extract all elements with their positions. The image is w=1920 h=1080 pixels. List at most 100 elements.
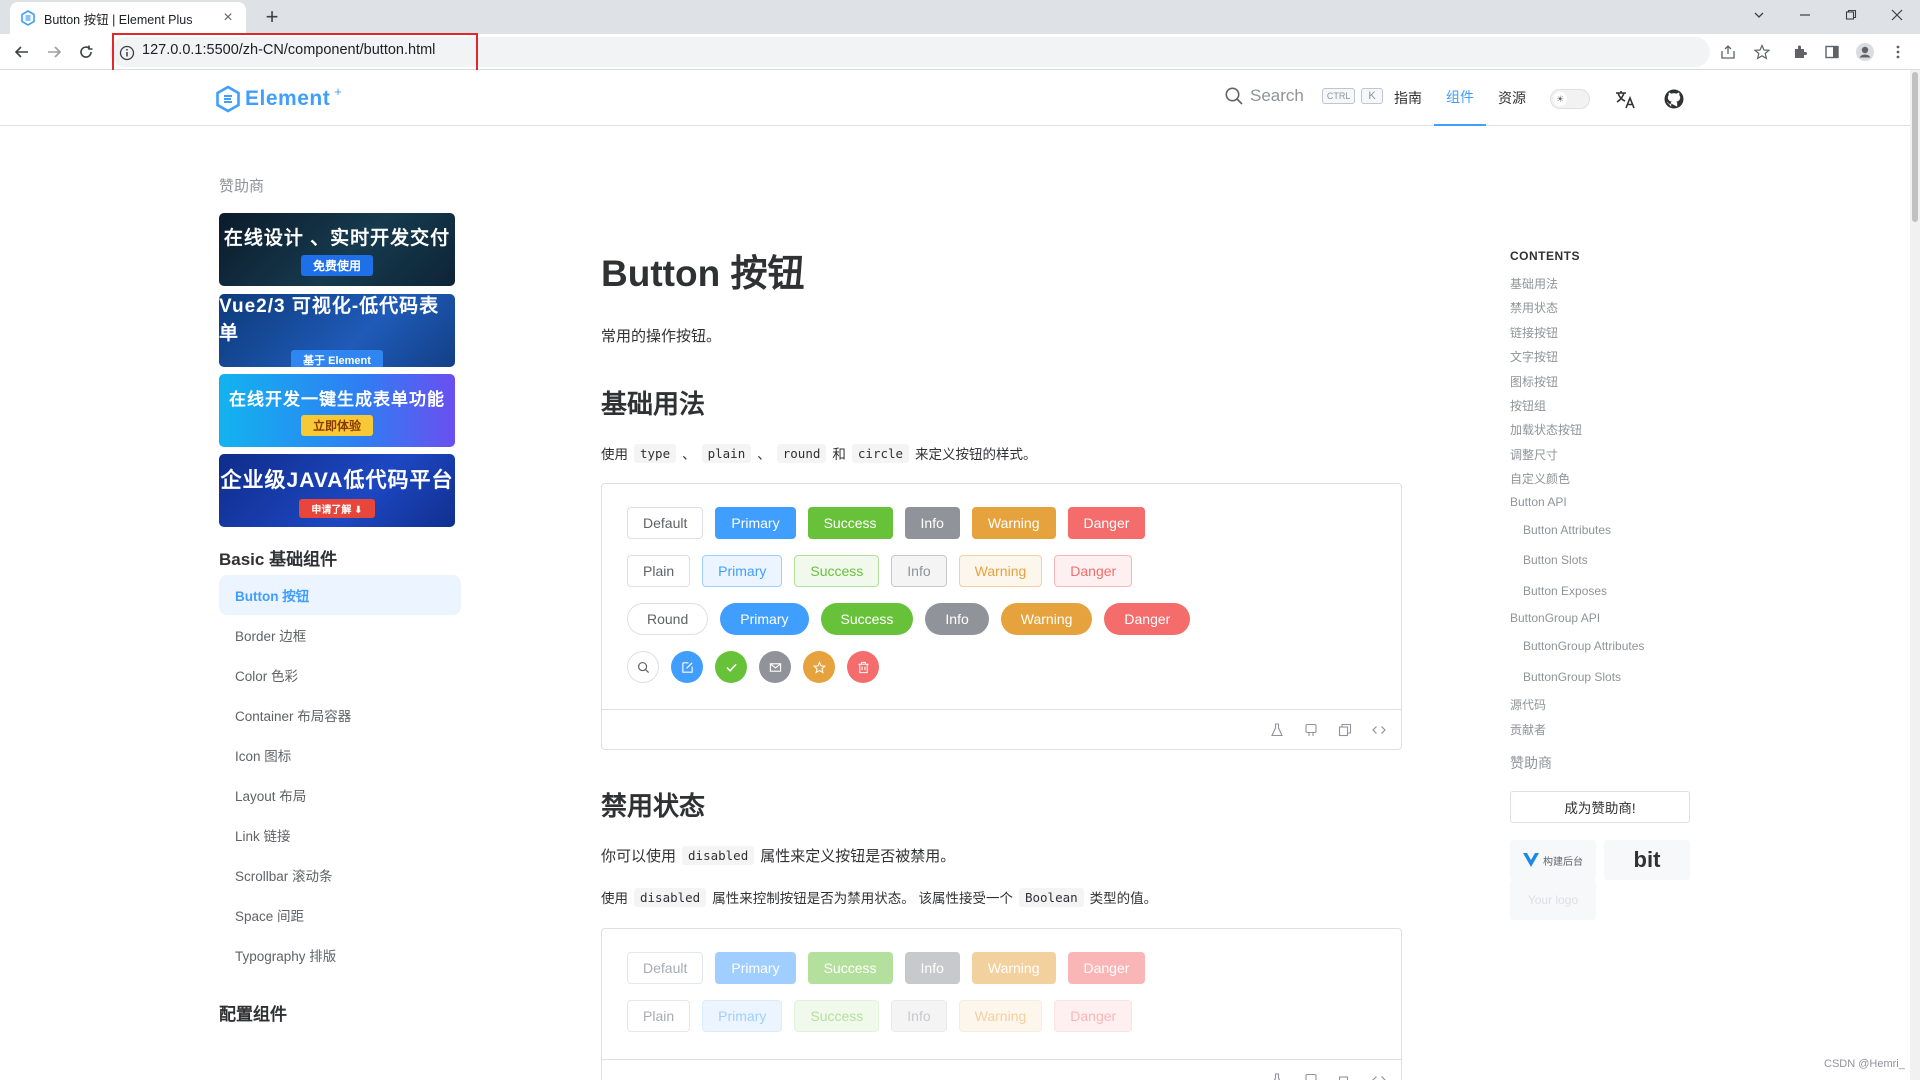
sidebar-item-border[interactable]: Border 边框 <box>219 615 461 655</box>
toc-item[interactable]: 链接按钮 <box>1510 324 1558 341</box>
playground-flask-icon[interactable] <box>1269 1072 1285 1080</box>
sponsor-logo-1[interactable]: 构建后台 <box>1510 840 1596 880</box>
browser-tab[interactable]: Button 按钮 | Element Plus × <box>10 2 246 34</box>
toc-item[interactable]: 文字按钮 <box>1510 348 1558 365</box>
toc-subitem[interactable]: ButtonGroup Attributes <box>1523 639 1644 653</box>
view-source-icon[interactable] <box>1371 722 1387 738</box>
toc-subitem[interactable]: Button Exposes <box>1523 584 1607 598</box>
copy-icon[interactable] <box>1337 722 1353 738</box>
element-plus-logo[interactable]: Element + <box>215 84 342 113</box>
toc-subitem[interactable]: Button Slots <box>1523 553 1588 567</box>
circle-check-button[interactable] <box>715 651 747 683</box>
copy-icon[interactable] <box>1337 1072 1353 1080</box>
toc-item[interactable]: 调整尺寸 <box>1510 446 1558 463</box>
page-scrollbar[interactable] <box>1910 70 1920 1080</box>
view-source-icon[interactable] <box>1371 1072 1387 1080</box>
disabled-success-button[interactable]: Success <box>807 952 893 984</box>
plain-button[interactable]: Plain <box>627 555 691 587</box>
toc-item[interactable]: 源代码 <box>1510 696 1546 713</box>
circle-search-button[interactable] <box>627 651 659 683</box>
warning-button[interactable]: Warning <box>971 507 1056 539</box>
nav-resource[interactable]: 资源 <box>1498 70 1526 126</box>
disabled-plain-info-button[interactable]: Info <box>891 1000 947 1032</box>
sidebar-item-link[interactable]: Link 链接 <box>219 815 461 855</box>
your-logo-placeholder[interactable]: Your logo <box>1510 880 1596 920</box>
disabled-plain-danger-button[interactable]: Danger <box>1054 1000 1133 1032</box>
success-button[interactable]: Success <box>807 507 893 539</box>
playground-flask-icon[interactable] <box>1269 722 1285 738</box>
become-sponsor-button[interactable]: 成为赞助商! <box>1510 791 1690 823</box>
plain-success-button[interactable]: Success <box>794 555 880 587</box>
disabled-info-button[interactable]: Info <box>904 952 960 984</box>
sponsor-banner-1[interactable]: 在线设计 、实时开发交付 免费使用 <box>219 213 455 286</box>
sponsor-banner-2[interactable]: Vue2/3 可视化-低代码表单 基于 Element <box>219 294 455 367</box>
sponsor-banner-4[interactable]: 企业级JAVA低代码平台 申请了解 ⬇ <box>219 454 455 527</box>
nav-guide[interactable]: 指南 <box>1394 70 1422 126</box>
plain-info-button[interactable]: Info <box>891 555 947 587</box>
github-icon[interactable] <box>1662 87 1686 111</box>
toc-subitem[interactable]: Button Attributes <box>1523 523 1611 537</box>
disabled-plain-button[interactable]: Plain <box>627 1000 691 1032</box>
danger-button[interactable]: Danger <box>1067 507 1146 539</box>
disabled-default-button[interactable]: Default <box>627 952 704 984</box>
toc-item[interactable]: Button API <box>1510 495 1567 509</box>
sidebar-item-space[interactable]: Space 间距 <box>219 895 461 935</box>
round-success-button[interactable]: Success <box>820 603 914 635</box>
disabled-danger-button[interactable]: Danger <box>1067 952 1146 984</box>
toc-subitem[interactable]: ButtonGroup Slots <box>1523 670 1621 684</box>
reload-icon[interactable] <box>74 40 98 64</box>
toc-item[interactable]: 禁用状态 <box>1510 299 1558 316</box>
bookmark-star-icon[interactable] <box>1750 40 1774 64</box>
toc-item[interactable]: ButtonGroup API <box>1510 611 1600 625</box>
tab-search-chevron-icon[interactable] <box>1736 0 1782 30</box>
disabled-warning-button[interactable]: Warning <box>971 952 1056 984</box>
profile-avatar-icon[interactable] <box>1853 40 1877 64</box>
circle-delete-button[interactable] <box>847 651 879 683</box>
circle-star-button[interactable] <box>803 651 835 683</box>
sidebar-item-button[interactable]: Button 按钮 <box>219 575 461 615</box>
disabled-plain-primary-button[interactable]: Primary <box>702 1000 783 1032</box>
search-button[interactable]: Search CTRL K <box>1224 86 1383 106</box>
sponsor-logo-bit[interactable]: bit <box>1604 840 1690 880</box>
toc-item[interactable]: 自定义颜色 <box>1510 470 1570 487</box>
default-button[interactable]: Default <box>627 507 704 539</box>
round-warning-button[interactable]: Warning <box>1000 603 1093 635</box>
toc-item[interactable]: 按钮组 <box>1510 397 1546 414</box>
github-edit-icon[interactable] <box>1303 722 1319 738</box>
side-panel-icon[interactable] <box>1820 40 1844 64</box>
scrollbar-thumb[interactable] <box>1912 72 1918 222</box>
toc-item[interactable]: 贡献者 <box>1510 721 1546 738</box>
nav-component[interactable]: 组件 <box>1434 70 1486 126</box>
round-danger-button[interactable]: Danger <box>1104 603 1191 635</box>
close-window-icon[interactable] <box>1874 0 1920 30</box>
browser-menu-icon[interactable] <box>1886 40 1910 64</box>
primary-button[interactable]: Primary <box>715 507 796 539</box>
restore-icon[interactable] <box>1828 0 1874 30</box>
toc-item[interactable]: 基础用法 <box>1510 275 1558 292</box>
disabled-primary-button[interactable]: Primary <box>715 952 796 984</box>
new-tab-icon[interactable]: + <box>260 4 284 29</box>
sidebar-item-layout[interactable]: Layout 布局 <box>219 775 461 815</box>
disabled-plain-success-button[interactable]: Success <box>794 1000 880 1032</box>
sidebar-item-icon[interactable]: Icon 图标 <box>219 735 461 775</box>
share-icon[interactable] <box>1716 40 1740 64</box>
sidebar-item-scrollbar[interactable]: Scrollbar 滚动条 <box>219 855 461 895</box>
sidebar-item-container[interactable]: Container 布局容器 <box>219 695 461 735</box>
theme-toggle[interactable]: ☀ <box>1550 89 1590 109</box>
plain-warning-button[interactable]: Warning <box>958 555 1043 587</box>
toc-item[interactable]: 加载状态按钮 <box>1510 421 1582 438</box>
sidebar-item-color[interactable]: Color 色彩 <box>219 655 461 695</box>
back-arrow-icon[interactable] <box>10 40 34 64</box>
round-primary-button[interactable]: Primary <box>720 603 809 635</box>
tab-close-icon[interactable]: × <box>220 9 236 26</box>
sponsor-banner-3[interactable]: 在线开发一键生成表单功能 立即体验 <box>219 374 455 447</box>
github-edit-icon[interactable] <box>1303 1072 1319 1080</box>
plain-danger-button[interactable]: Danger <box>1054 555 1133 587</box>
toc-item[interactable]: 图标按钮 <box>1510 373 1558 390</box>
forward-arrow-icon[interactable] <box>42 40 66 64</box>
circle-message-button[interactable] <box>759 651 791 683</box>
disabled-plain-warning-button[interactable]: Warning <box>958 1000 1043 1032</box>
circle-edit-button[interactable] <box>671 651 703 683</box>
round-info-button[interactable]: Info <box>925 603 989 635</box>
round-button[interactable]: Round <box>627 603 709 635</box>
